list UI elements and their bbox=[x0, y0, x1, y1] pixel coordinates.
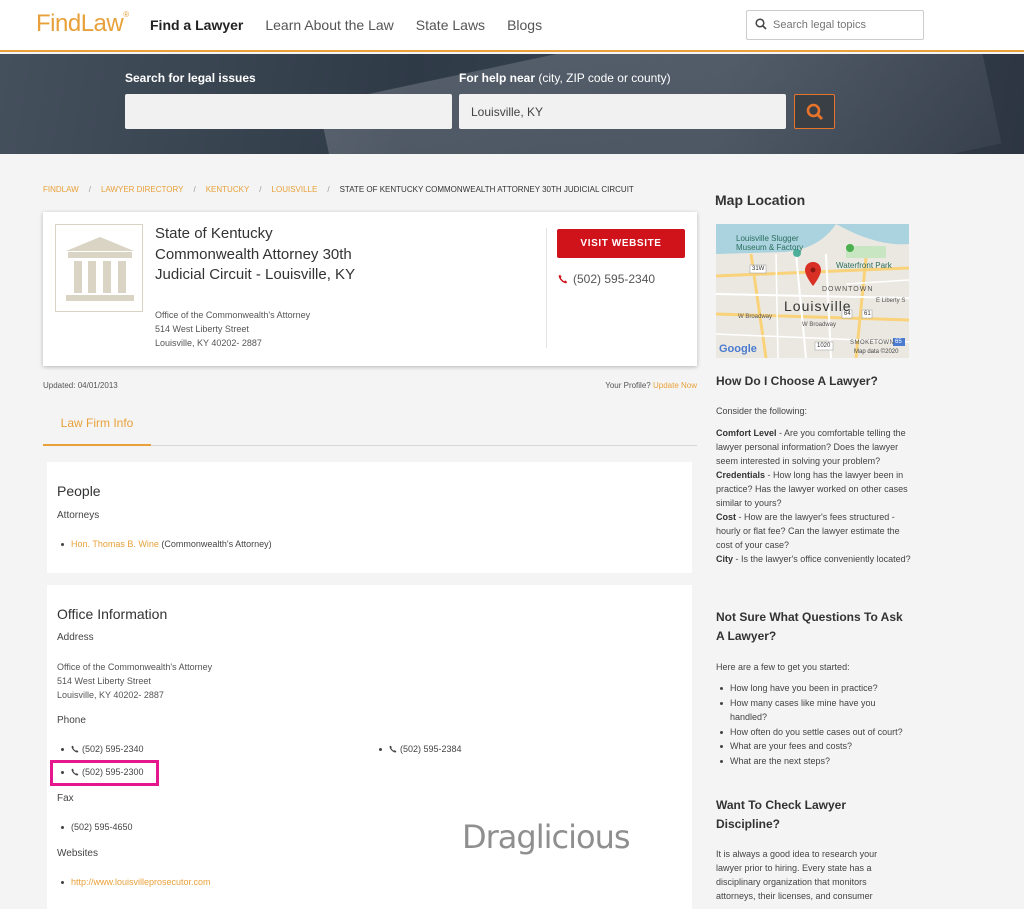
list-item: Hon. Thomas B. Wine (Commonwealth's Atto… bbox=[61, 539, 272, 549]
nav-learn-about-the-law[interactable]: Learn About the Law bbox=[265, 17, 393, 33]
attorney-link[interactable]: Hon. Thomas B. Wine bbox=[71, 539, 159, 549]
breadcrumb-current: STATE OF KENTUCKY COMMONWEALTH ATTORNEY … bbox=[339, 185, 634, 194]
nav-state-laws[interactable]: State Laws bbox=[416, 17, 485, 33]
findlaw-logo[interactable]: FindLaw® bbox=[36, 10, 129, 38]
list-item: (502) 595-4650 bbox=[61, 822, 133, 832]
list-item: How long have you been in practice? bbox=[720, 681, 910, 696]
profile-tabs: Law Firm Info bbox=[43, 406, 697, 446]
questions-title: Not Sure What Questions To Ask A Lawyer? bbox=[716, 610, 903, 643]
list-item: How often do you settle cases out of cou… bbox=[720, 725, 910, 740]
breadcrumb-louisville[interactable]: LOUISVILLE bbox=[272, 185, 318, 194]
office-address: Office of the Commonwealth's Attorney 51… bbox=[57, 662, 213, 700]
courthouse-icon bbox=[55, 224, 143, 312]
list-item: (502) 595-2340 bbox=[61, 744, 144, 754]
list-item: How many cases like mine have you handle… bbox=[720, 696, 910, 725]
phone-number-2[interactable]: (502) 595-2384 bbox=[389, 744, 462, 754]
list-item: (502) 595-2384 bbox=[379, 744, 462, 754]
phone-icon bbox=[389, 745, 397, 753]
nav-blogs[interactable]: Blogs bbox=[507, 17, 542, 33]
breadcrumb-findlaw[interactable]: FINDLAW bbox=[43, 185, 79, 194]
tab-law-firm-info[interactable]: Law Firm Info bbox=[43, 406, 151, 446]
location-input[interactable] bbox=[459, 94, 786, 129]
people-panel: People Attorneys Hon. Thomas B. Wine (Co… bbox=[47, 462, 692, 573]
address-label: Address bbox=[57, 632, 94, 643]
phone-number-1[interactable]: (502) 595-2340 bbox=[71, 744, 144, 754]
google-logo: Google bbox=[719, 343, 757, 355]
search-icon bbox=[806, 103, 824, 121]
breadcrumb-lawyer-directory[interactable]: LAWYER DIRECTORY bbox=[101, 185, 184, 194]
list-item: What are your fees and costs? bbox=[720, 739, 910, 754]
office-title: Office Information bbox=[57, 606, 168, 622]
nav-find-a-lawyer[interactable]: Find a Lawyer bbox=[150, 17, 243, 33]
questions-intro: Here are a few to get you started: bbox=[716, 662, 850, 672]
attorneys-label: Attorneys bbox=[57, 510, 100, 521]
visit-website-button[interactable]: VISIT WEBSITE bbox=[557, 229, 685, 258]
firm-profile-card: State of Kentucky Commonwealth Attorney … bbox=[43, 212, 697, 366]
phone-highlight-box bbox=[50, 760, 159, 786]
phone-icon bbox=[558, 274, 568, 284]
issues-label: Search for legal issues bbox=[125, 71, 256, 85]
map-location-title: Map Location bbox=[715, 192, 806, 208]
update-now-link[interactable]: Update Now bbox=[653, 381, 697, 390]
website-link[interactable]: http://www.louisvilleprosecutor.com bbox=[71, 877, 211, 887]
near-label: For help near (city, ZIP code or county) bbox=[459, 71, 671, 85]
discipline-title: Want To Check Lawyer Discipline? bbox=[716, 798, 847, 831]
legal-issues-input[interactable] bbox=[125, 94, 452, 129]
people-title: People bbox=[57, 483, 101, 499]
firm-address: Office of the Commonwealth's Attorney 51… bbox=[155, 310, 311, 348]
choose-intro: Consider the following: bbox=[716, 406, 808, 416]
breadcrumb-kentucky[interactable]: KENTUCKY bbox=[206, 185, 250, 194]
header-search bbox=[746, 10, 924, 40]
hero-search-banner: Search for legal issues For help near (c… bbox=[0, 54, 1024, 154]
phone-label: Phone bbox=[57, 715, 86, 726]
watermark-logo: Draglicious bbox=[462, 818, 631, 856]
site-header: FindLaw® Find a Lawyer Learn About the L… bbox=[0, 0, 1024, 52]
phone-icon bbox=[71, 745, 79, 753]
firm-name: State of Kentucky Commonwealth Attorney … bbox=[155, 225, 356, 283]
profile-prompt: Your Profile? Update Now bbox=[605, 381, 697, 390]
fax-number: (502) 595-4650 bbox=[71, 822, 133, 832]
main-nav: Find a Lawyer Learn About the Law State … bbox=[150, 17, 542, 33]
legal-topics-search-input[interactable] bbox=[773, 15, 918, 35]
fax-label: Fax bbox=[57, 793, 74, 804]
websites-label: Websites bbox=[57, 848, 98, 859]
office-information-panel: Office Information Address Office of the… bbox=[47, 585, 692, 909]
choose-lawyer-title: How Do I Choose A Lawyer? bbox=[716, 374, 878, 388]
firm-phone[interactable]: (502) 595-2340 bbox=[558, 272, 655, 286]
breadcrumb: FINDLAW / LAWYER DIRECTORY / KENTUCKY / … bbox=[43, 185, 634, 194]
location-map[interactable]: Louisville Slugger Museum & Factory Wate… bbox=[716, 224, 909, 358]
card-divider bbox=[546, 228, 547, 348]
questions-list: How long have you been in practice? How … bbox=[720, 681, 910, 768]
hero-search-button[interactable] bbox=[794, 94, 835, 129]
search-icon bbox=[755, 18, 767, 30]
discipline-text: It is always a good idea to research you… bbox=[716, 849, 878, 901]
list-item: http://www.louisvilleprosecutor.com bbox=[61, 877, 211, 887]
list-item: What are the next steps? bbox=[720, 754, 910, 769]
updated-date: Updated: 04/01/2013 bbox=[43, 381, 118, 390]
choose-criteria: Comfort Level - Are you comfortable tell… bbox=[716, 428, 911, 564]
